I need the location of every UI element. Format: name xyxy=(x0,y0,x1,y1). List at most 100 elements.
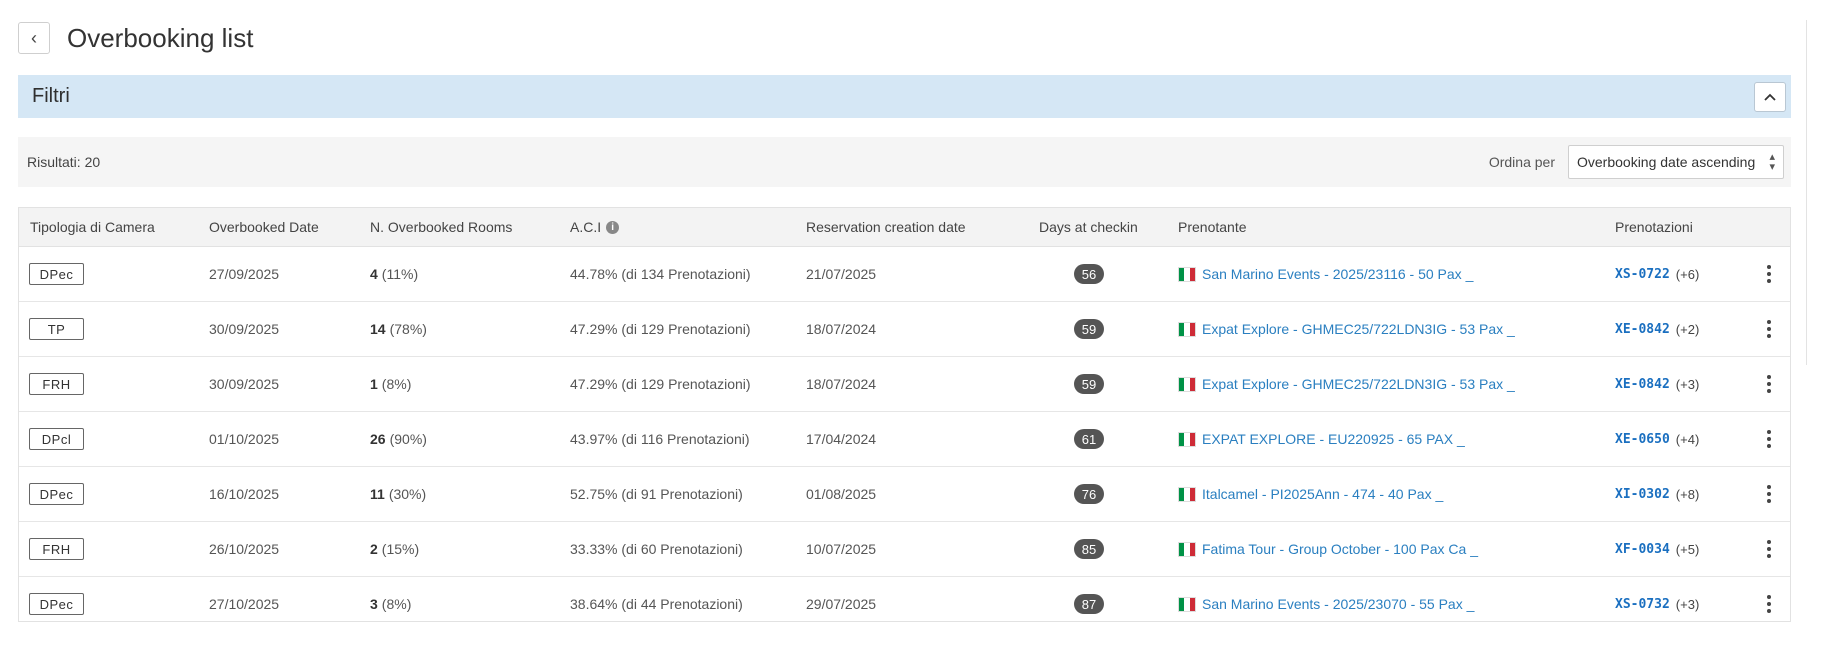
page-header: ‹ Overbooking list xyxy=(18,20,253,56)
booker-link[interactable]: San Marino Events - 2025/23116 - 50 Pax … xyxy=(1202,266,1473,282)
overbooked-date: 27/10/2025 xyxy=(209,596,280,612)
overbooked-date: 01/10/2025 xyxy=(209,431,280,447)
reservation-code-link[interactable]: XF-0034 xyxy=(1615,542,1670,557)
overbooked-rooms-cell: 2 (15%) xyxy=(370,522,419,576)
row-actions-cell xyxy=(1761,522,1777,576)
reservation-code-link[interactable]: XS-0722 xyxy=(1615,267,1670,282)
results-count: Risultati: 20 xyxy=(27,154,101,170)
room-type-cell: FRH xyxy=(29,522,84,576)
table-row[interactable]: FRH 30/09/2025 1 (8%) 47.29% (di 129 Pre… xyxy=(19,357,1790,412)
italy-flag-icon xyxy=(1178,486,1196,502)
overbooked-rooms-count: 14 xyxy=(370,321,386,337)
room-type-cell: DPec xyxy=(29,467,84,521)
table-row[interactable]: TP 30/09/2025 14 (78%) 47.29% (di 129 Pr… xyxy=(19,302,1790,357)
reservation-code-link[interactable]: XI-0302 xyxy=(1615,487,1670,502)
booker-link[interactable]: Italcamel - PI2025Ann - 474 - 40 Pax _ xyxy=(1202,486,1443,502)
overbooked-rooms-cell: 1 (8%) xyxy=(370,357,411,411)
col-aci[interactable]: A.C.I i xyxy=(570,208,620,246)
filters-panel-header[interactable]: Filtri xyxy=(18,75,1791,118)
table-row[interactable]: DPec 16/10/2025 11 (30%) 52.75% (di 91 P… xyxy=(19,467,1790,522)
overbooked-rooms-cell: 14 (78%) xyxy=(370,302,427,356)
booker-cell: San Marino Events - 2025/23116 - 50 Pax … xyxy=(1178,247,1473,301)
collapse-filters-button[interactable] xyxy=(1754,82,1786,112)
days-checkin-cell: 59 xyxy=(1074,357,1104,411)
filters-title: Filtri xyxy=(32,85,70,107)
row-actions-cell xyxy=(1761,412,1777,466)
overbooked-rooms-percent: (15%) xyxy=(381,541,420,557)
col-reservations[interactable]: Prenotazioni xyxy=(1615,208,1693,246)
sort-select[interactable]: Overbooking date ascending ▴ ▾ xyxy=(1568,145,1784,179)
more-options-icon[interactable] xyxy=(1761,540,1777,558)
col-days-checkin[interactable]: Days at checkin xyxy=(1039,208,1138,246)
more-options-icon[interactable] xyxy=(1761,595,1777,613)
reservation-extra-count: (+3) xyxy=(1675,376,1700,392)
booker-link[interactable]: San Marino Events - 2025/23070 - 55 Pax … xyxy=(1202,596,1474,612)
more-options-icon[interactable] xyxy=(1761,430,1777,448)
more-options-icon[interactable] xyxy=(1761,320,1777,338)
room-type-badge: DPcl xyxy=(29,428,84,450)
table-row[interactable]: FRH 26/10/2025 2 (15%) 33.33% (di 60 Pre… xyxy=(19,522,1790,577)
more-options-icon[interactable] xyxy=(1761,485,1777,503)
col-aci-label: A.C.I xyxy=(570,219,602,235)
creation-date: 18/07/2024 xyxy=(806,376,877,392)
overbooked-rooms-percent: (90%) xyxy=(389,431,427,447)
aci-value: 43.97% (di 116 Prenotazioni) xyxy=(570,431,750,447)
creation-date: 17/04/2024 xyxy=(806,431,877,447)
more-options-icon[interactable] xyxy=(1761,265,1777,283)
col-booker[interactable]: Prenotante xyxy=(1178,208,1247,246)
info-icon[interactable]: i xyxy=(606,220,620,234)
back-button[interactable]: ‹ xyxy=(18,22,50,54)
col-creation-date[interactable]: Reservation creation date xyxy=(806,208,966,246)
table-row[interactable]: DPec 27/10/2025 3 (8%) 38.64% (di 44 Pre… xyxy=(19,577,1790,621)
aci-value: 33.33% (di 60 Prenotazioni) xyxy=(570,541,743,557)
italy-flag-icon xyxy=(1178,541,1196,557)
row-actions-cell xyxy=(1761,302,1777,356)
overbooked-rooms-count: 3 xyxy=(370,596,378,612)
reservation-code-link[interactable]: XE-0842 xyxy=(1615,322,1670,337)
overbooked-rooms-cell: 26 (90%) xyxy=(370,412,427,466)
reservation-code-link[interactable]: XE-0650 xyxy=(1615,432,1670,447)
row-actions-cell xyxy=(1761,577,1777,631)
overbooked-rooms-count: 2 xyxy=(370,541,378,557)
reservation-extra-count: (+3) xyxy=(1675,596,1700,612)
room-type-cell: DPcl xyxy=(29,412,84,466)
col-overbooked-rooms[interactable]: N. Overbooked Rooms xyxy=(370,208,512,246)
room-type-badge: TP xyxy=(29,318,84,340)
booker-link[interactable]: Expat Explore - GHMEC25/722LDN3IG - 53 P… xyxy=(1202,376,1515,392)
reservation-extra-count: (+5) xyxy=(1675,541,1700,557)
booker-link[interactable]: EXPAT EXPLORE - EU220925 - 65 PAX _ xyxy=(1202,431,1465,447)
reservation-extra-count: (+2) xyxy=(1675,321,1700,337)
days-badge: 56 xyxy=(1074,264,1104,284)
select-arrows-icon: ▴ ▾ xyxy=(1769,151,1775,173)
reservation-code-link[interactable]: XE-0842 xyxy=(1615,377,1670,392)
italy-flag-icon xyxy=(1178,321,1196,337)
reservation-code-link[interactable]: XS-0732 xyxy=(1615,597,1670,612)
overbooked-rooms-count: 26 xyxy=(370,431,386,447)
reservation-extra-count: (+4) xyxy=(1675,431,1700,447)
more-options-icon[interactable] xyxy=(1761,375,1777,393)
reservation-extra-count: (+6) xyxy=(1675,266,1700,282)
days-badge: 76 xyxy=(1074,484,1104,504)
reservation-cell: XE-0842 (+2) xyxy=(1615,302,1699,356)
col-overbooked-date[interactable]: Overbooked Date xyxy=(209,208,319,246)
days-checkin-cell: 85 xyxy=(1074,522,1104,576)
days-badge: 59 xyxy=(1074,319,1104,339)
reservation-cell: XS-0722 (+6) xyxy=(1615,247,1699,301)
reservation-extra-count: (+8) xyxy=(1675,486,1700,502)
booker-link[interactable]: Expat Explore - GHMEC25/722LDN3IG - 53 P… xyxy=(1202,321,1515,337)
days-badge: 59 xyxy=(1074,374,1104,394)
overbooked-date: 30/09/2025 xyxy=(209,321,280,337)
table-row[interactable]: DPcl 01/10/2025 26 (90%) 43.97% (di 116 … xyxy=(19,412,1790,467)
col-room-type[interactable]: Tipologia di Camera xyxy=(30,208,155,246)
table-row[interactable]: DPec 27/09/2025 4 (11%) 44.78% (di 134 P… xyxy=(19,247,1790,302)
overbooked-date: 27/09/2025 xyxy=(209,266,280,282)
days-checkin-cell: 87 xyxy=(1074,577,1104,631)
days-checkin-cell: 76 xyxy=(1074,467,1104,521)
results-bar: Risultati: 20 Ordina per Overbooking dat… xyxy=(18,137,1791,187)
room-type-cell: FRH xyxy=(29,357,84,411)
booker-link[interactable]: Fatima Tour - Group October - 100 Pax Ca… xyxy=(1202,541,1478,557)
overbooked-rooms-cell: 11 (30%) xyxy=(370,467,426,521)
booker-cell: Italcamel - PI2025Ann - 474 - 40 Pax _ xyxy=(1178,467,1443,521)
italy-flag-icon xyxy=(1178,266,1196,282)
sort-label: Ordina per xyxy=(1488,154,1555,170)
